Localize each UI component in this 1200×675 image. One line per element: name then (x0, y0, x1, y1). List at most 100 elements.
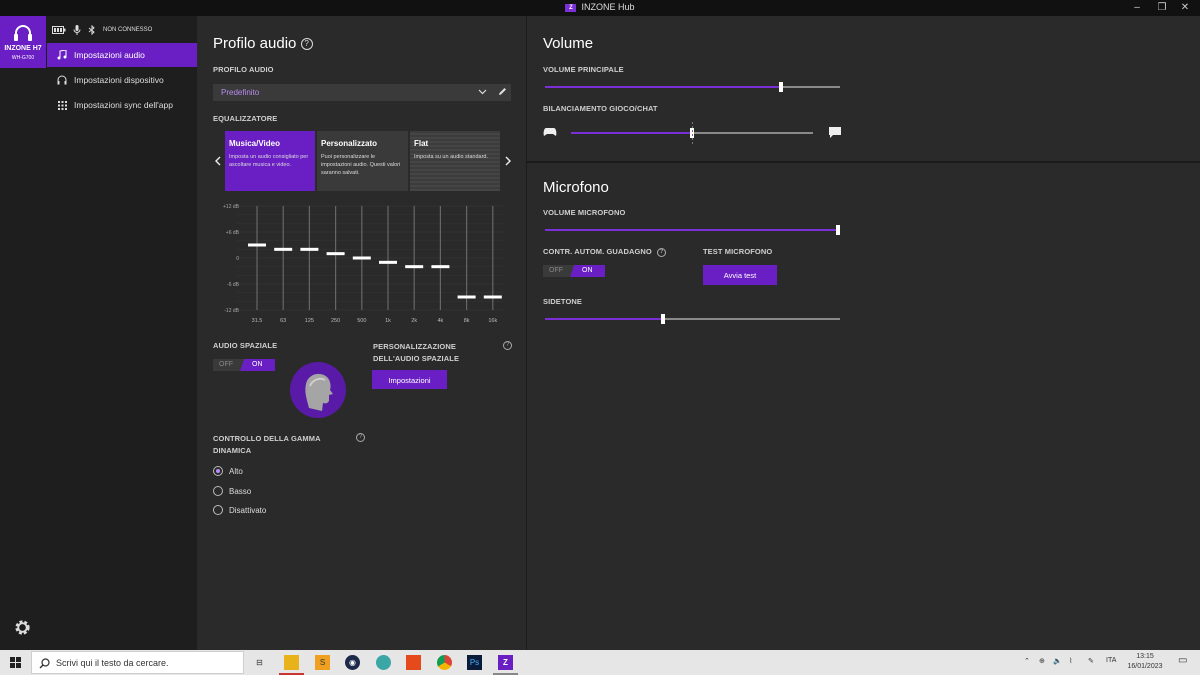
eq-band-handle[interactable] (483, 295, 502, 299)
nav-item-audio-settings[interactable]: Impostazioni audio (47, 43, 197, 67)
spatial-audio-toggle[interactable]: OFF ON (213, 359, 275, 371)
preset-card-custom[interactable]: Personalizzato Puoi personalizzare le im… (317, 131, 408, 191)
balance-label: BILANCIAMENTO GIOCO/CHAT (543, 104, 658, 113)
edit-icon[interactable]: ✎ (1088, 657, 1094, 665)
tray-device-icon[interactable]: ⊕ (1039, 657, 1045, 665)
audio-profile-title: Profilo audio ? (213, 35, 313, 52)
task-view-icon[interactable]: ⊟ (252, 655, 267, 670)
notification-icon[interactable]: ▭ (1178, 655, 1187, 666)
help-icon[interactable]: ? (356, 433, 365, 442)
photoshop-icon[interactable]: Ps (467, 655, 482, 670)
grid-icon (55, 100, 69, 110)
tray-chevron-up-icon[interactable]: ⌃ (1024, 657, 1030, 665)
drc-option-off[interactable]: Disattivato (213, 505, 266, 515)
eq-band-handle[interactable] (326, 252, 345, 256)
start-test-button[interactable]: Avvia test (703, 265, 777, 285)
drc-option-low[interactable]: Basso (213, 486, 251, 496)
main-volume-slider[interactable] (545, 82, 840, 92)
preset-card-flat[interactable]: Flat Imposta su un audio standard. (410, 131, 500, 191)
drc-option-high[interactable]: Alto (213, 466, 243, 476)
balance-center-mark (692, 122, 693, 146)
agc-label: CONTR. AUTOM. GUADAGNO ? (543, 247, 667, 257)
eq-db-label: -6 dB (227, 282, 240, 288)
eq-band-handle[interactable] (379, 260, 397, 264)
office-icon[interactable] (406, 655, 421, 670)
microphone-icon (73, 25, 81, 35)
eq-band-handle[interactable] (274, 247, 293, 251)
profile-label: PROFILO AUDIO (213, 65, 274, 74)
connection-status: NON CONNESSO (103, 27, 153, 33)
help-icon[interactable]: ? (657, 247, 667, 257)
chrome-icon[interactable] (437, 655, 452, 670)
eq-band-label: 4k (437, 318, 443, 324)
taskbar: Scrivi qui il testo da cercare. ⊟ S ◉ Ps… (0, 650, 1200, 675)
spatial-audio-label: AUDIO SPAZIALE (213, 341, 278, 350)
battery-icon (52, 26, 66, 34)
eq-band-label: 31.5 (252, 318, 263, 324)
slider-thumb[interactable] (661, 314, 665, 324)
close-button[interactable]: ✕ (1175, 2, 1195, 13)
eq-band-label: 1k (385, 318, 391, 324)
eq-db-label: +12 dB (223, 204, 240, 210)
nav-item-device-settings[interactable]: Impostazioni dispositivo (47, 68, 197, 92)
headset-icon (14, 25, 32, 41)
help-icon[interactable]: ? (300, 38, 313, 51)
eq-band-handle[interactable] (300, 247, 319, 251)
radio[interactable] (213, 505, 223, 515)
pencil-icon[interactable] (498, 87, 507, 96)
microphone-panel (527, 163, 1200, 650)
chevron-right-icon[interactable] (504, 156, 512, 166)
eq-band-handle[interactable] (405, 265, 424, 269)
spatial-settings-button[interactable]: Impostazioni (372, 370, 447, 389)
restore-button[interactable]: ❐ (1152, 2, 1172, 13)
device-tile[interactable]: INZONE H7 WH-G700 (0, 16, 46, 68)
sublime-icon[interactable]: S (315, 655, 330, 670)
eq-band-label: 16k (488, 318, 497, 324)
chat-bubble-icon (829, 127, 841, 138)
volume-icon[interactable]: 🔈 (1053, 657, 1062, 665)
sidetone-label: SIDETONE (543, 297, 583, 306)
language-indicator[interactable]: ITA (1106, 657, 1116, 664)
radio-selected[interactable] (213, 466, 223, 476)
title-bar: Z INZONE Hub – ❐ ✕ (0, 0, 1200, 16)
help-icon[interactable]: ? (503, 341, 512, 350)
nav-item-app-sync-settings[interactable]: Impostazioni sync dell'app (47, 93, 197, 117)
eq-band-handle[interactable] (431, 265, 450, 269)
chevron-down-icon[interactable] (478, 88, 487, 96)
gear-icon[interactable] (13, 618, 32, 637)
agc-toggle[interactable]: OFF ON (543, 265, 605, 277)
clock[interactable]: 13:15 16/01/2023 (1124, 652, 1166, 672)
radio[interactable] (213, 486, 223, 496)
device-name: INZONE H7 (4, 45, 42, 52)
preset-card-music-video[interactable]: Musica/Video Imposta un audio consigliat… (225, 131, 315, 191)
search-icon (39, 658, 50, 669)
eq-band-handle[interactable] (248, 243, 266, 247)
slider-thumb[interactable] (779, 82, 783, 92)
inzone-hub-taskbar-icon[interactable]: Z (498, 655, 513, 670)
eq-band-handle[interactable] (352, 256, 371, 260)
device-model: WH-G700 (11, 55, 35, 61)
sidetone-slider[interactable] (545, 314, 840, 324)
taskbar-search-box[interactable]: Scrivi qui il testo da cercare. (31, 651, 244, 674)
microphone-title: Microfono (543, 179, 609, 196)
app-circle-icon[interactable] (376, 655, 391, 670)
eq-band-handle[interactable] (457, 295, 476, 299)
steam-icon[interactable]: ◉ (345, 655, 360, 670)
network-icon[interactable]: ⌇ (1069, 657, 1072, 665)
mic-volume-slider[interactable] (545, 225, 840, 235)
audio-profile-panel (197, 16, 526, 650)
windows-start-icon[interactable] (10, 657, 21, 668)
app-logo-icon: Z (565, 3, 577, 12)
profile-select[interactable]: Predefinito (213, 84, 511, 101)
equalizer-graph[interactable]: +12 dB +6 dB 0 -6 dB -12 dB 31.5 63 125 250 500 1… (213, 200, 511, 328)
file-explorer-icon[interactable] (284, 655, 299, 670)
drc-label: CONTROLLO DELLA GAMMA DINAMICA (213, 434, 321, 455)
chevron-left-icon[interactable] (214, 156, 222, 166)
equalizer-label: EQUALIZZATORE (213, 114, 278, 123)
eq-band-label: 125 (305, 318, 314, 324)
minimize-button[interactable]: – (1127, 2, 1147, 13)
mic-test-label: TEST MICROFONO (703, 247, 773, 256)
eq-db-label: +6 dB (226, 230, 240, 236)
window-title: Z INZONE Hub (0, 2, 1200, 12)
slider-thumb[interactable] (836, 225, 840, 235)
